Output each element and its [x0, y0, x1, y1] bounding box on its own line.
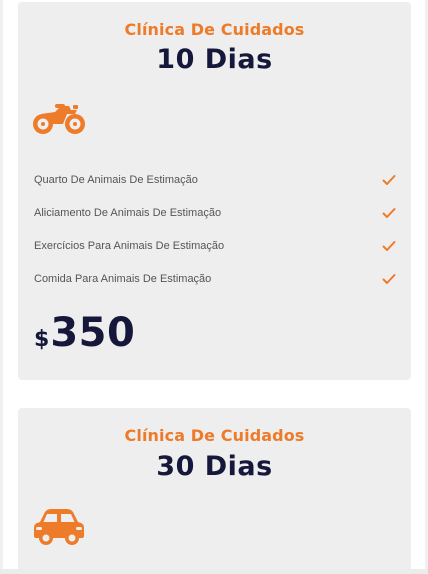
- feature-item: Comida Para Animais De Estimação: [34, 269, 396, 302]
- feature-label: Exercícios Para Animais De Estimação: [34, 240, 225, 252]
- feature-list: Quarto De Animais De Estimação Aliciamen…: [34, 170, 396, 302]
- check-icon: [382, 175, 396, 185]
- card-title: 30 Dias: [156, 451, 273, 482]
- price-amount: 350: [50, 310, 136, 356]
- feature-item: Quarto De Animais De Estimação: [34, 170, 396, 203]
- price: $350: [34, 310, 135, 356]
- card-subtitle: Clínica De Cuidados: [124, 20, 305, 39]
- feature-item: Aliciamento De Animais De Estimação: [34, 203, 396, 236]
- page-bottom-edge: [0, 569, 428, 574]
- page-left-edge: [0, 0, 3, 574]
- feature-label: Quarto De Animais De Estimação: [34, 174, 198, 186]
- motorcycle-icon: [33, 104, 85, 134]
- feature-label: Aliciamento De Animais De Estimação: [34, 207, 222, 219]
- feature-item: Exercícios Para Animais De Estimação: [34, 236, 396, 269]
- pricing-card-30-dias: Clínica De Cuidados 30 Dias: [18, 408, 411, 574]
- feature-label: Comida Para Animais De Estimação: [34, 273, 212, 285]
- card-subtitle: Clínica De Cuidados: [124, 426, 305, 445]
- car-icon: [34, 509, 84, 545]
- price-currency: $: [34, 327, 50, 352]
- pricing-card-10-dias: Clínica De Cuidados 10 Dias Quarto De An…: [18, 2, 411, 380]
- check-icon: [382, 241, 396, 251]
- check-icon: [382, 274, 396, 284]
- check-icon: [382, 208, 396, 218]
- card-title: 10 Dias: [156, 44, 273, 75]
